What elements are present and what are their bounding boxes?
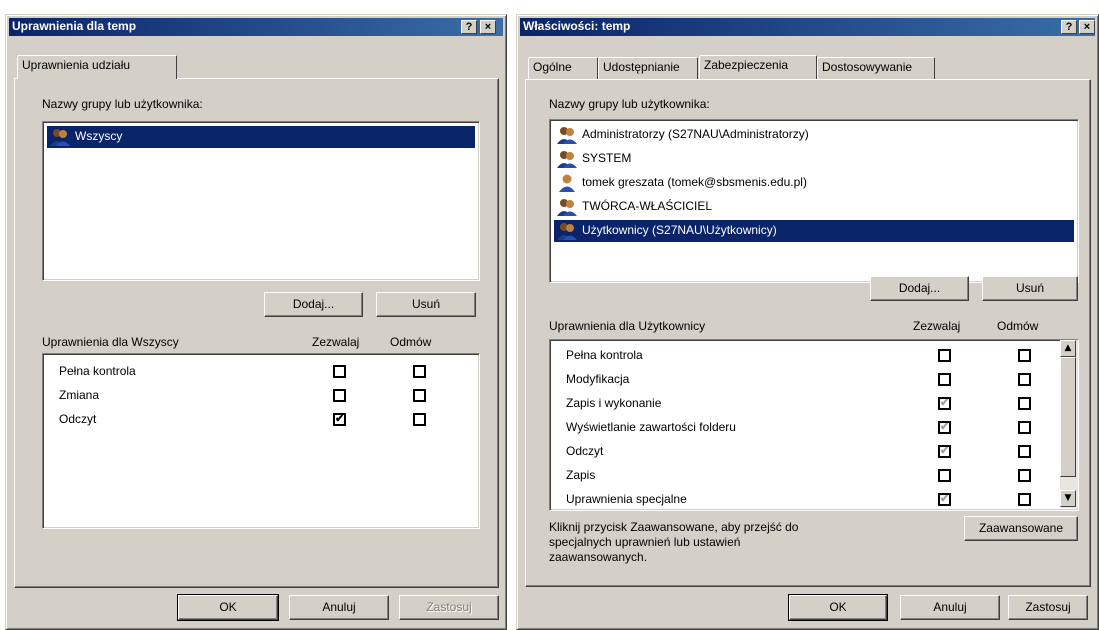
list-item-users[interactable]: Użytkownicy (S27NAU\Użytkownicy) bbox=[554, 220, 1074, 242]
tab-customize[interactable]: Dostosowywanie bbox=[817, 57, 935, 79]
tab-security[interactable]: Zabezpieczenia bbox=[699, 55, 817, 79]
properties-dialog: Właściwości: temp ? × Ogólne Udostępnian… bbox=[516, 14, 1099, 630]
user-list[interactable]: Wszyscy bbox=[42, 121, 480, 281]
allow-checkbox[interactable] bbox=[938, 445, 951, 458]
deny-checkbox[interactable] bbox=[1018, 397, 1031, 410]
deny-header: Odmów bbox=[390, 335, 432, 349]
list-item-everyone[interactable]: Wszyscy bbox=[47, 126, 475, 148]
list-item-administrators[interactable]: Administratorzy (S27NAU\Administratorzy) bbox=[554, 124, 1074, 146]
close-button[interactable]: × bbox=[480, 20, 496, 34]
apply-button[interactable]: Zastosuj bbox=[1008, 595, 1088, 620]
user-name: tomek greszata (tomek@sbsmenis.edu.pl) bbox=[582, 175, 807, 189]
allow-checkbox[interactable] bbox=[938, 469, 951, 482]
user-icon bbox=[559, 174, 575, 192]
title-bar[interactable]: Właściwości: temp ? × bbox=[520, 18, 1095, 36]
list-item-user-tomek[interactable]: tomek greszata (tomek@sbsmenis.edu.pl) bbox=[554, 172, 1074, 194]
user-name: Administratorzy (S27NAU\Administratorzy) bbox=[582, 127, 809, 141]
advanced-info-line2: specjalnych uprawnień lub ustawień bbox=[549, 535, 741, 549]
permission-row-full-control: Pełna kontrola bbox=[43, 360, 479, 384]
allow-checkbox[interactable] bbox=[938, 397, 951, 410]
deny-checkbox[interactable] bbox=[413, 389, 426, 402]
user-list[interactable]: Administratorzy (S27NAU\Administratorzy)… bbox=[549, 119, 1079, 283]
deny-checkbox[interactable] bbox=[413, 413, 426, 426]
tab-general[interactable]: Ogólne bbox=[528, 57, 598, 79]
tab-label: Uprawnienia udziału bbox=[22, 58, 131, 72]
group-icon bbox=[557, 199, 577, 216]
permission-row-read: Odczyt bbox=[550, 440, 1078, 464]
advanced-info-line3: zaawansowanych. bbox=[549, 550, 648, 564]
allow-checkbox[interactable] bbox=[938, 349, 951, 362]
title-bar[interactable]: Uprawnienia dla temp ? × bbox=[9, 18, 503, 36]
deny-checkbox[interactable] bbox=[413, 365, 426, 378]
window-title: Uprawnienia dla temp bbox=[12, 19, 137, 33]
allow-checkbox[interactable] bbox=[938, 421, 951, 434]
group-icon bbox=[557, 151, 577, 168]
add-button[interactable]: Dodaj... bbox=[870, 276, 969, 301]
scroll-up-icon[interactable]: ▲ bbox=[1060, 340, 1076, 357]
permissions-list: Pełna kontrola Modyfikacja Zapis i wykon… bbox=[549, 339, 1079, 511]
user-name: Użytkownicy (S27NAU\Użytkownicy) bbox=[582, 223, 777, 237]
allow-checkbox[interactable] bbox=[938, 373, 951, 386]
tab-sharing[interactable]: Udostępnianie bbox=[598, 57, 698, 79]
permission-row-read-execute: Zapis i wykonanie bbox=[550, 392, 1078, 416]
permission-row-full-control: Pełna kontrola bbox=[550, 344, 1078, 368]
permission-row-special: Uprawnienia specjalne bbox=[550, 488, 1078, 510]
list-item-creator-owner[interactable]: TWÓRCA-WŁAŚCICIEL bbox=[554, 196, 1074, 218]
user-name: SYSTEM bbox=[582, 151, 632, 165]
permission-row-list-folder: Wyświetlanie zawartości folderu bbox=[550, 416, 1078, 440]
add-button[interactable]: Dodaj... bbox=[264, 292, 363, 317]
group-icon bbox=[557, 223, 577, 240]
deny-header: Odmów bbox=[997, 319, 1039, 333]
user-name: TWÓRCA-WŁAŚCICIEL bbox=[582, 199, 713, 213]
allow-checkbox[interactable] bbox=[333, 413, 346, 426]
permissions-list: Pełna kontrola Zmiana Odczyt bbox=[42, 353, 480, 529]
deny-checkbox[interactable] bbox=[1018, 493, 1031, 506]
vertical-scrollbar[interactable]: ▲ ▼ bbox=[1060, 340, 1078, 508]
scroll-thumb[interactable] bbox=[1060, 357, 1076, 477]
scroll-down-icon[interactable]: ▼ bbox=[1060, 490, 1076, 507]
allow-checkbox[interactable] bbox=[938, 493, 951, 506]
group-label: Nazwy grupy lub użytkownika: bbox=[42, 97, 203, 111]
share-permissions-dialog: Uprawnienia dla temp ? × Uprawnienia udz… bbox=[5, 14, 507, 630]
tab-share-permissions[interactable]: Uprawnienia udziału bbox=[17, 55, 177, 79]
deny-checkbox[interactable] bbox=[1018, 445, 1031, 458]
cancel-button[interactable]: Anuluj bbox=[289, 595, 389, 620]
allow-header: Zezwalaj bbox=[312, 335, 360, 349]
advanced-button[interactable]: Zaawansowane bbox=[964, 516, 1078, 541]
remove-button[interactable]: Usuń bbox=[982, 276, 1078, 301]
permission-row-change: Zmiana bbox=[43, 384, 479, 408]
allow-checkbox[interactable] bbox=[333, 365, 346, 378]
allow-header: Zezwalaj bbox=[913, 319, 961, 333]
cancel-button[interactable]: Anuluj bbox=[900, 595, 1000, 620]
group-icon bbox=[50, 129, 70, 146]
allow-checkbox[interactable] bbox=[333, 389, 346, 402]
help-button[interactable]: ? bbox=[1061, 20, 1077, 34]
deny-checkbox[interactable] bbox=[1018, 349, 1031, 362]
apply-button[interactable]: Zastosuj bbox=[399, 595, 499, 620]
permissions-header: Uprawnienia dla Wszyscy bbox=[42, 335, 179, 349]
permissions-header: Uprawnienia dla Użytkownicy bbox=[549, 319, 706, 333]
group-label: Nazwy grupy lub użytkownika: bbox=[549, 97, 710, 111]
user-name: Wszyscy bbox=[73, 129, 125, 143]
remove-button[interactable]: Usuń bbox=[376, 292, 476, 317]
advanced-info-line1: Kliknij przycisk Zaawansowane, aby przej… bbox=[549, 520, 799, 534]
list-item-system[interactable]: SYSTEM bbox=[554, 148, 1074, 170]
deny-checkbox[interactable] bbox=[1018, 373, 1031, 386]
ok-button[interactable]: OK bbox=[177, 594, 279, 621]
ok-button[interactable]: OK bbox=[788, 594, 888, 621]
group-icon bbox=[557, 127, 577, 144]
deny-checkbox[interactable] bbox=[1018, 421, 1031, 434]
deny-checkbox[interactable] bbox=[1018, 469, 1031, 482]
help-button[interactable]: ? bbox=[461, 20, 477, 34]
close-button[interactable]: × bbox=[1079, 20, 1095, 34]
permission-row-modify: Modyfikacja bbox=[550, 368, 1078, 392]
permission-row-read: Odczyt bbox=[43, 408, 479, 432]
permission-row-write: Zapis bbox=[550, 464, 1078, 488]
window-title: Właściwości: temp bbox=[523, 19, 631, 33]
